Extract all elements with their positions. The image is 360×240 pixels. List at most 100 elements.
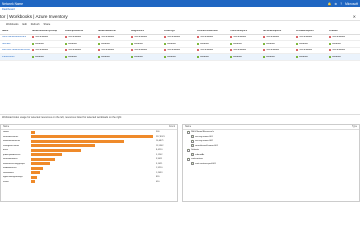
status-cell: Enabled <box>261 55 294 58</box>
status-text: Enabled <box>299 55 308 58</box>
bar-track <box>31 135 155 139</box>
bar-label: publicipaddresses <box>3 153 21 156</box>
column-header[interactable]: NetworkSecurityGroup <box>30 30 63 32</box>
column-header[interactable]: Firewall <box>327 30 360 32</box>
bar-value: 1,9210 <box>156 167 163 170</box>
bar-track <box>31 171 155 175</box>
bar-fill <box>31 135 153 139</box>
error-icon <box>329 36 332 39</box>
column-header[interactable]: PublicIpAddress <box>63 30 96 32</box>
bar-label: networksecuritygroups <box>3 162 25 165</box>
success-icon <box>197 55 200 58</box>
success-icon <box>131 55 134 58</box>
column-header[interactable]: Name <box>0 30 30 32</box>
status-cell: Enabled <box>294 42 327 45</box>
bar-track <box>31 180 155 184</box>
checkbox[interactable]: ✓ <box>191 135 194 139</box>
left-head-name[interactable]: Name <box>3 126 9 128</box>
column-header[interactable]: NetworkWatcher <box>96 30 129 32</box>
toolbar-share[interactable]: Share <box>44 23 51 26</box>
checkbox[interactable]: ✓ <box>191 162 194 166</box>
user-name[interactable]: Microsoft <box>345 2 358 6</box>
error-icon <box>164 49 167 52</box>
row-name[interactable]: Subnets <box>0 43 30 45</box>
right-head-name[interactable]: Name <box>185 126 191 128</box>
bar-fill <box>31 130 35 134</box>
column-header[interactable]: FlowLogs <box>162 30 195 32</box>
error-icon <box>230 36 233 39</box>
empty-area <box>0 63 360 113</box>
status-text: Not Enabled <box>35 36 49 39</box>
status-cell: Enabled <box>327 42 360 45</box>
status-cell: Not Enabled <box>327 49 360 52</box>
error-icon <box>131 49 134 52</box>
status-cell: Not Enabled <box>294 49 327 52</box>
help-icon[interactable]: ? <box>340 2 342 6</box>
status-cell: Enabled <box>228 42 261 45</box>
row-name[interactable]: Microsoft.Network/azurefirewalls <box>0 49 30 51</box>
checkbox[interactable]: ✓ <box>191 144 194 148</box>
bar-fill <box>31 144 96 148</box>
status-cell: Not Enabled <box>63 36 96 39</box>
status-text: Enabled <box>167 55 176 58</box>
error-icon <box>164 36 167 39</box>
row-name[interactable]: NSG Name/Resource/s <box>0 36 30 38</box>
bar-fill <box>31 157 55 161</box>
table-row[interactable]: vnetcontoso Enabled Enabled Enabled Enabled E… <box>0 54 360 61</box>
tree-label: azurefirewall-name-001 <box>195 144 218 147</box>
status-cell: Not Enabled <box>261 49 294 52</box>
checkbox[interactable]: ✓ <box>191 153 194 157</box>
tree-item[interactable]: ✓ vnet-contoso-prd-001 <box>183 162 359 167</box>
checkbox[interactable]: ✓ <box>187 148 190 152</box>
checkbox[interactable]: ✓ <box>187 157 190 161</box>
toolbar-workbooks[interactable]: Workbooks <box>6 23 18 26</box>
bar-label: loadbalancers <box>3 167 17 170</box>
success-icon <box>329 42 332 45</box>
toolbar-refresh[interactable]: Refresh <box>31 23 40 26</box>
checkbox[interactable]: ✓ <box>191 139 194 143</box>
status-cell: Enabled <box>327 55 360 58</box>
right-head-type[interactable]: Type <box>352 126 357 128</box>
bar-label: networkinterfaces <box>3 140 21 143</box>
status-text: Not Enabled <box>299 49 313 52</box>
column-header[interactable]: ConnectionMonitor <box>195 30 228 32</box>
bar-track <box>31 162 155 166</box>
toolbar-edit[interactable]: Edit <box>22 23 26 26</box>
row-name[interactable]: vnetcontoso <box>0 56 30 58</box>
status-cell: Not Enabled <box>162 49 195 52</box>
column-header[interactable]: Diagnostics <box>129 30 162 32</box>
status-text: Not Enabled <box>332 36 346 39</box>
left-head-count[interactable]: Count <box>169 126 175 128</box>
bar-track <box>31 166 155 170</box>
app-name[interactable]: Network Name <box>2 2 23 6</box>
bar-value: 8,4210 <box>156 149 163 152</box>
status-text: Not Enabled <box>101 36 115 39</box>
bar-track <box>31 130 155 134</box>
close-icon[interactable]: ✕ <box>353 14 356 19</box>
error-icon <box>263 49 266 52</box>
checkbox[interactable]: ✓ <box>187 130 190 134</box>
status-cell: Enabled <box>195 55 228 58</box>
bar-track <box>31 153 155 157</box>
bar-row[interactable]: vaults 410 <box>1 180 177 185</box>
success-icon <box>263 42 266 45</box>
status-text: Not Enabled <box>167 49 181 52</box>
success-icon <box>131 42 134 45</box>
status-cell: Enabled <box>162 55 195 58</box>
gear-icon[interactable]: ⚙ <box>334 2 337 6</box>
bar-label: disks <box>3 149 8 152</box>
bell-icon[interactable]: 🔔 <box>327 2 331 6</box>
success-icon <box>263 55 266 58</box>
error-icon <box>263 36 266 39</box>
status-cell: Not Enabled <box>195 36 228 39</box>
bar-fill <box>31 171 40 175</box>
column-header[interactable]: ServiceEndpoint <box>261 30 294 32</box>
bar-label: vaults <box>3 180 9 183</box>
success-icon <box>98 55 101 58</box>
success-icon <box>32 55 35 58</box>
bar-value: 820 <box>156 176 160 179</box>
bar-value: 5,1202 <box>156 153 163 156</box>
column-header[interactable]: PrivateEndpoint <box>294 30 327 32</box>
status-cell: Not Enabled <box>30 49 63 52</box>
column-header[interactable]: TrafficAnalytics <box>228 30 261 32</box>
